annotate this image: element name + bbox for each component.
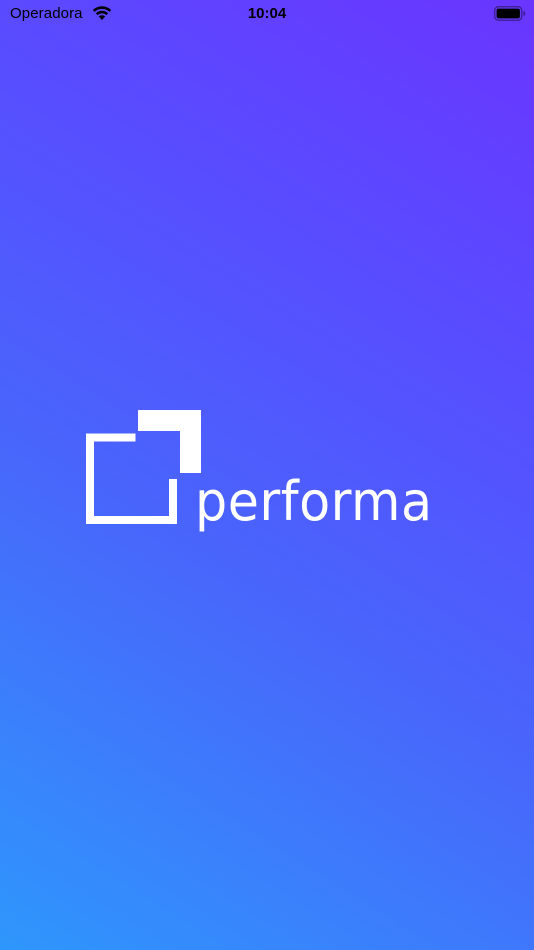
status-bar: Operadora 10:04 (0, 0, 534, 28)
brand-wordmark: performa (195, 470, 433, 533)
performa-logo: performa (86, 410, 456, 545)
status-time: 10:04 (247, 5, 287, 22)
performa-bracket-logo-icon (86, 410, 202, 526)
battery-full-icon (494, 6, 526, 21)
